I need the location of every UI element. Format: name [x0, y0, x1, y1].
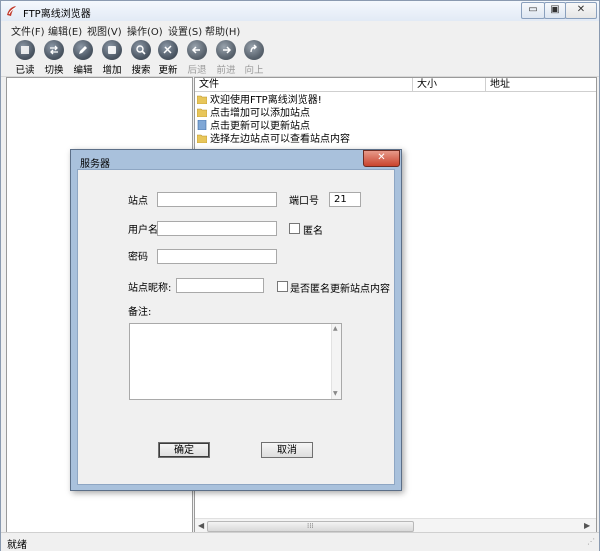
- up-icon: [244, 40, 264, 60]
- toolbar-label: 切换: [44, 65, 64, 76]
- search-icon: [131, 40, 151, 60]
- menu-settings[interactable]: 设置(S): [168, 23, 202, 38]
- list-item-label: 点击增加可以添加站点: [210, 108, 310, 119]
- toolbar-label: 向上: [244, 65, 264, 76]
- toolbar-forward-button[interactable]: 前进: [211, 40, 241, 76]
- menu-edit[interactable]: 编辑(E): [48, 23, 82, 38]
- menu-operate[interactable]: 操作(O): [127, 23, 163, 38]
- close-icon: ✕: [576, 4, 586, 15]
- user-label: 用户名: [128, 225, 158, 236]
- horizontal-scrollbar[interactable]: ◀ ⁞⁞⁞ ▶: [195, 518, 596, 533]
- site-input[interactable]: [157, 192, 277, 207]
- password-input[interactable]: [157, 249, 277, 264]
- password-label: 密码: [128, 252, 148, 263]
- menu-view[interactable]: 视图(V): [87, 23, 122, 38]
- minimize-button[interactable]: ▭: [521, 2, 545, 19]
- toolbar-label: 更新: [158, 65, 178, 76]
- notes-scrollbar[interactable]: ▲ ▼: [331, 324, 341, 399]
- list-item[interactable]: 选择左边站点可以查看站点内容: [197, 133, 350, 146]
- nickname-input[interactable]: [176, 278, 264, 293]
- anon-update-checkbox[interactable]: [277, 281, 288, 292]
- port-label: 端口号: [289, 196, 319, 207]
- toolbar-refresh-button[interactable]: 更新: [153, 40, 183, 76]
- maximize-button[interactable]: ▣: [544, 2, 566, 19]
- site-label: 站点: [128, 196, 148, 207]
- title-bar[interactable]: FTP离线浏览器 ▭ ▣ ✕: [1, 1, 599, 21]
- list-item[interactable]: 欢迎使用FTP离线浏览器!: [197, 94, 322, 107]
- menu-help[interactable]: 帮助(H): [205, 23, 240, 38]
- check-icon: [15, 40, 35, 60]
- dialog-body: 站点 端口号 用户名 匿名 密码 站点昵称: 是否匿名更新站点内容 备注: ▲ …: [77, 169, 395, 485]
- toolbar-switch-button[interactable]: 切换: [39, 40, 69, 76]
- anonymous-label: 匿名: [303, 226, 323, 237]
- toolbar-add-button[interactable]: 增加: [97, 40, 127, 76]
- list-item[interactable]: 点击增加可以添加站点: [197, 107, 310, 120]
- anonymous-checkbox[interactable]: [289, 223, 300, 234]
- ok-button[interactable]: 确定: [158, 442, 210, 458]
- toolbar-read-button[interactable]: 已读: [10, 40, 40, 76]
- grip-icon: ⁞⁞⁞: [307, 522, 314, 530]
- scroll-right-icon[interactable]: ▶: [584, 521, 590, 530]
- folder-icon: [197, 134, 207, 143]
- toolbar-label: 增加: [102, 65, 122, 76]
- minimize-icon: ▭: [528, 4, 538, 15]
- scroll-left-icon[interactable]: ◀: [198, 521, 204, 530]
- toolbar-label: 已读: [15, 65, 35, 76]
- notes-textarea[interactable]: ▲ ▼: [129, 323, 342, 400]
- add-icon: [102, 40, 122, 60]
- dialog-title: 服务器: [80, 159, 110, 170]
- column-header-file[interactable]: 文件: [195, 78, 413, 92]
- toolbar-edit-button[interactable]: 编辑: [68, 40, 98, 76]
- window-title: FTP离线浏览器: [23, 9, 91, 20]
- list-item-label: 点击更新可以更新站点: [210, 121, 310, 132]
- close-icon: ✕: [377, 152, 386, 163]
- menu-bar: 文件(F) 编辑(E) 视图(V) 操作(O) 设置(S) 帮助(H): [1, 21, 599, 38]
- edit-icon: [73, 40, 93, 60]
- list-item[interactable]: 点击更新可以更新站点: [197, 120, 310, 133]
- maximize-icon: ▣: [550, 4, 560, 15]
- toolbar-back-button[interactable]: 后退: [182, 40, 212, 76]
- column-header-size[interactable]: 大小: [413, 78, 486, 92]
- menu-file[interactable]: 文件(F): [11, 23, 45, 38]
- toolbar-up-button[interactable]: 向上: [239, 40, 269, 76]
- dialog-close-button[interactable]: ✕: [363, 150, 400, 167]
- user-input[interactable]: [157, 221, 277, 236]
- list-item-label: 选择左边站点可以查看站点内容: [210, 134, 350, 145]
- toolbar-label: 搜索: [131, 65, 151, 76]
- list-item-label: 欢迎使用FTP离线浏览器!: [210, 95, 322, 106]
- back-arrow-icon: [187, 40, 207, 60]
- scroll-up-icon[interactable]: ▲: [333, 325, 338, 332]
- scroll-down-icon[interactable]: ▼: [333, 390, 338, 397]
- toolbar: 已读 切换 编辑 增加 搜索 更新 后退 前进 向上: [1, 38, 599, 77]
- close-button[interactable]: ✕: [565, 2, 597, 19]
- switch-icon: [44, 40, 64, 60]
- folder-icon: [197, 108, 207, 117]
- column-header-address[interactable]: 地址: [486, 78, 596, 92]
- scrollbar-thumb[interactable]: ⁞⁞⁞: [207, 521, 414, 532]
- anon-update-label: 是否匿名更新站点内容: [290, 284, 390, 295]
- refresh-icon: [158, 40, 178, 60]
- toolbar-label: 后退: [187, 65, 207, 76]
- toolbar-label: 编辑: [73, 65, 93, 76]
- port-input[interactable]: [329, 192, 361, 207]
- resize-grip-icon[interactable]: ⋰: [587, 537, 595, 546]
- notes-label: 备注:: [128, 307, 152, 318]
- app-icon: [7, 6, 16, 16]
- folder-icon: [197, 95, 207, 104]
- status-bar: 就绪 ⋰: [1, 532, 599, 551]
- document-icon: [197, 120, 207, 130]
- forward-arrow-icon: [216, 40, 236, 60]
- status-text: 就绪: [7, 540, 27, 551]
- cancel-button[interactable]: 取消: [261, 442, 313, 458]
- toolbar-label: 前进: [216, 65, 236, 76]
- nickname-label: 站点昵称:: [128, 283, 172, 294]
- toolbar-search-button[interactable]: 搜索: [126, 40, 156, 76]
- server-dialog: 服务器 ✕ 站点 端口号 用户名 匿名 密码 站点昵称: 是否匿名更新站点内容 …: [70, 149, 402, 491]
